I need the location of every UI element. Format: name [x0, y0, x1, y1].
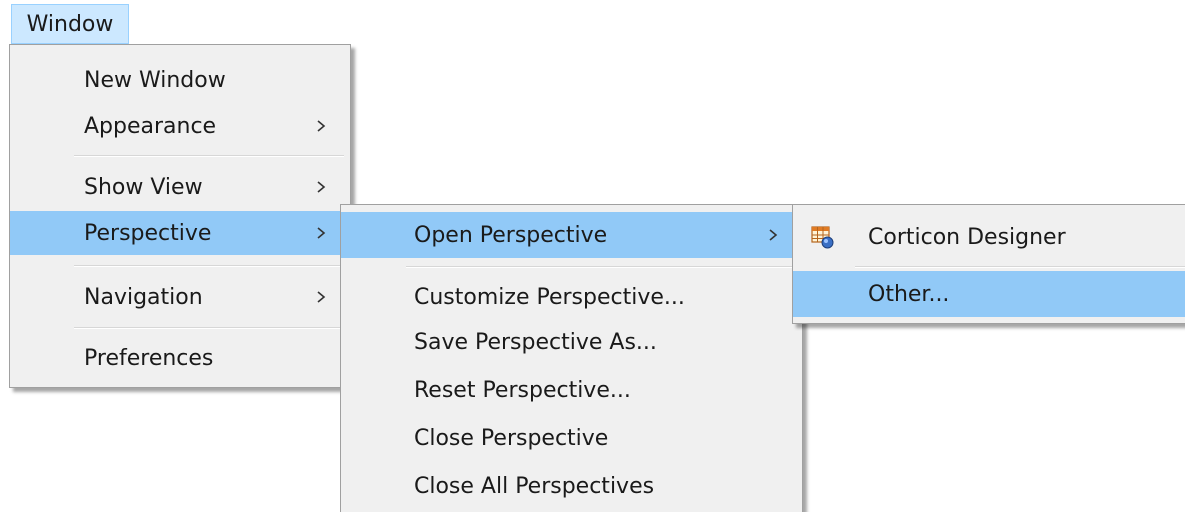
- menu-item-label: Close All Perspectives: [414, 473, 655, 499]
- menu-item-reset-perspective[interactable]: Reset Perspective...: [341, 368, 802, 412]
- menu-item-label: Reset Perspective...: [414, 377, 631, 403]
- menu-separator: [74, 155, 344, 157]
- window-dropdown-menu: New Window Appearance Show View Perspect…: [9, 44, 351, 388]
- open-perspective-submenu: Corticon Designer Other...: [792, 204, 1185, 324]
- menu-separator: [855, 266, 1185, 268]
- chevron-right-icon: [316, 290, 326, 304]
- menu-item-label: Close Perspective: [414, 425, 609, 451]
- menu-item-label: Preferences: [84, 345, 214, 371]
- menu-separator: [74, 265, 344, 267]
- menu-item-label: Other...: [868, 281, 950, 307]
- menu-item-open-perspective[interactable]: Open Perspective: [341, 212, 802, 258]
- menu-item-navigation[interactable]: Navigation: [10, 275, 350, 319]
- menu-separator: [74, 327, 344, 329]
- chevron-right-icon: [316, 226, 326, 240]
- chevron-right-icon: [768, 228, 778, 242]
- menu-item-label: Corticon Designer: [868, 224, 1066, 250]
- menu-item-label: Perspective: [84, 220, 212, 246]
- menu-item-close-perspective[interactable]: Close Perspective: [341, 416, 802, 460]
- menu-item-label: Navigation: [84, 284, 203, 310]
- chevron-right-icon: [316, 119, 326, 133]
- menu-item-label: Appearance: [84, 113, 217, 139]
- menu-item-show-view[interactable]: Show View: [10, 166, 350, 208]
- menu-item-corticon-designer[interactable]: Corticon Designer: [793, 213, 1185, 261]
- menu-window[interactable]: Window: [11, 4, 129, 44]
- menu-item-customize-perspective[interactable]: Customize Perspective...: [341, 275, 802, 319]
- menu-item-label: Customize Perspective...: [414, 284, 685, 310]
- menu-item-label: Show View: [84, 174, 203, 200]
- menu-item-label: Open Perspective: [414, 222, 608, 248]
- menu-item-save-perspective-as[interactable]: Save Perspective As...: [341, 320, 802, 364]
- menu-item-label: Save Perspective As...: [414, 329, 657, 355]
- menu-item-new-window[interactable]: New Window: [10, 59, 350, 101]
- menu-item-preferences[interactable]: Preferences: [10, 336, 350, 380]
- menu-item-other[interactable]: Other...: [793, 271, 1185, 317]
- menu-window-label: Window: [26, 11, 114, 37]
- menu-separator: [406, 266, 796, 268]
- menu-item-label: New Window: [84, 67, 226, 93]
- perspective-submenu: Open Perspective Customize Perspective..…: [340, 204, 803, 512]
- menu-item-appearance[interactable]: Appearance: [10, 105, 350, 147]
- chevron-right-icon: [316, 180, 326, 194]
- menu-item-close-all-perspectives[interactable]: Close All Perspectives: [341, 464, 802, 508]
- menu-item-perspective[interactable]: Perspective: [10, 211, 350, 255]
- corticon-designer-icon: [811, 225, 835, 249]
